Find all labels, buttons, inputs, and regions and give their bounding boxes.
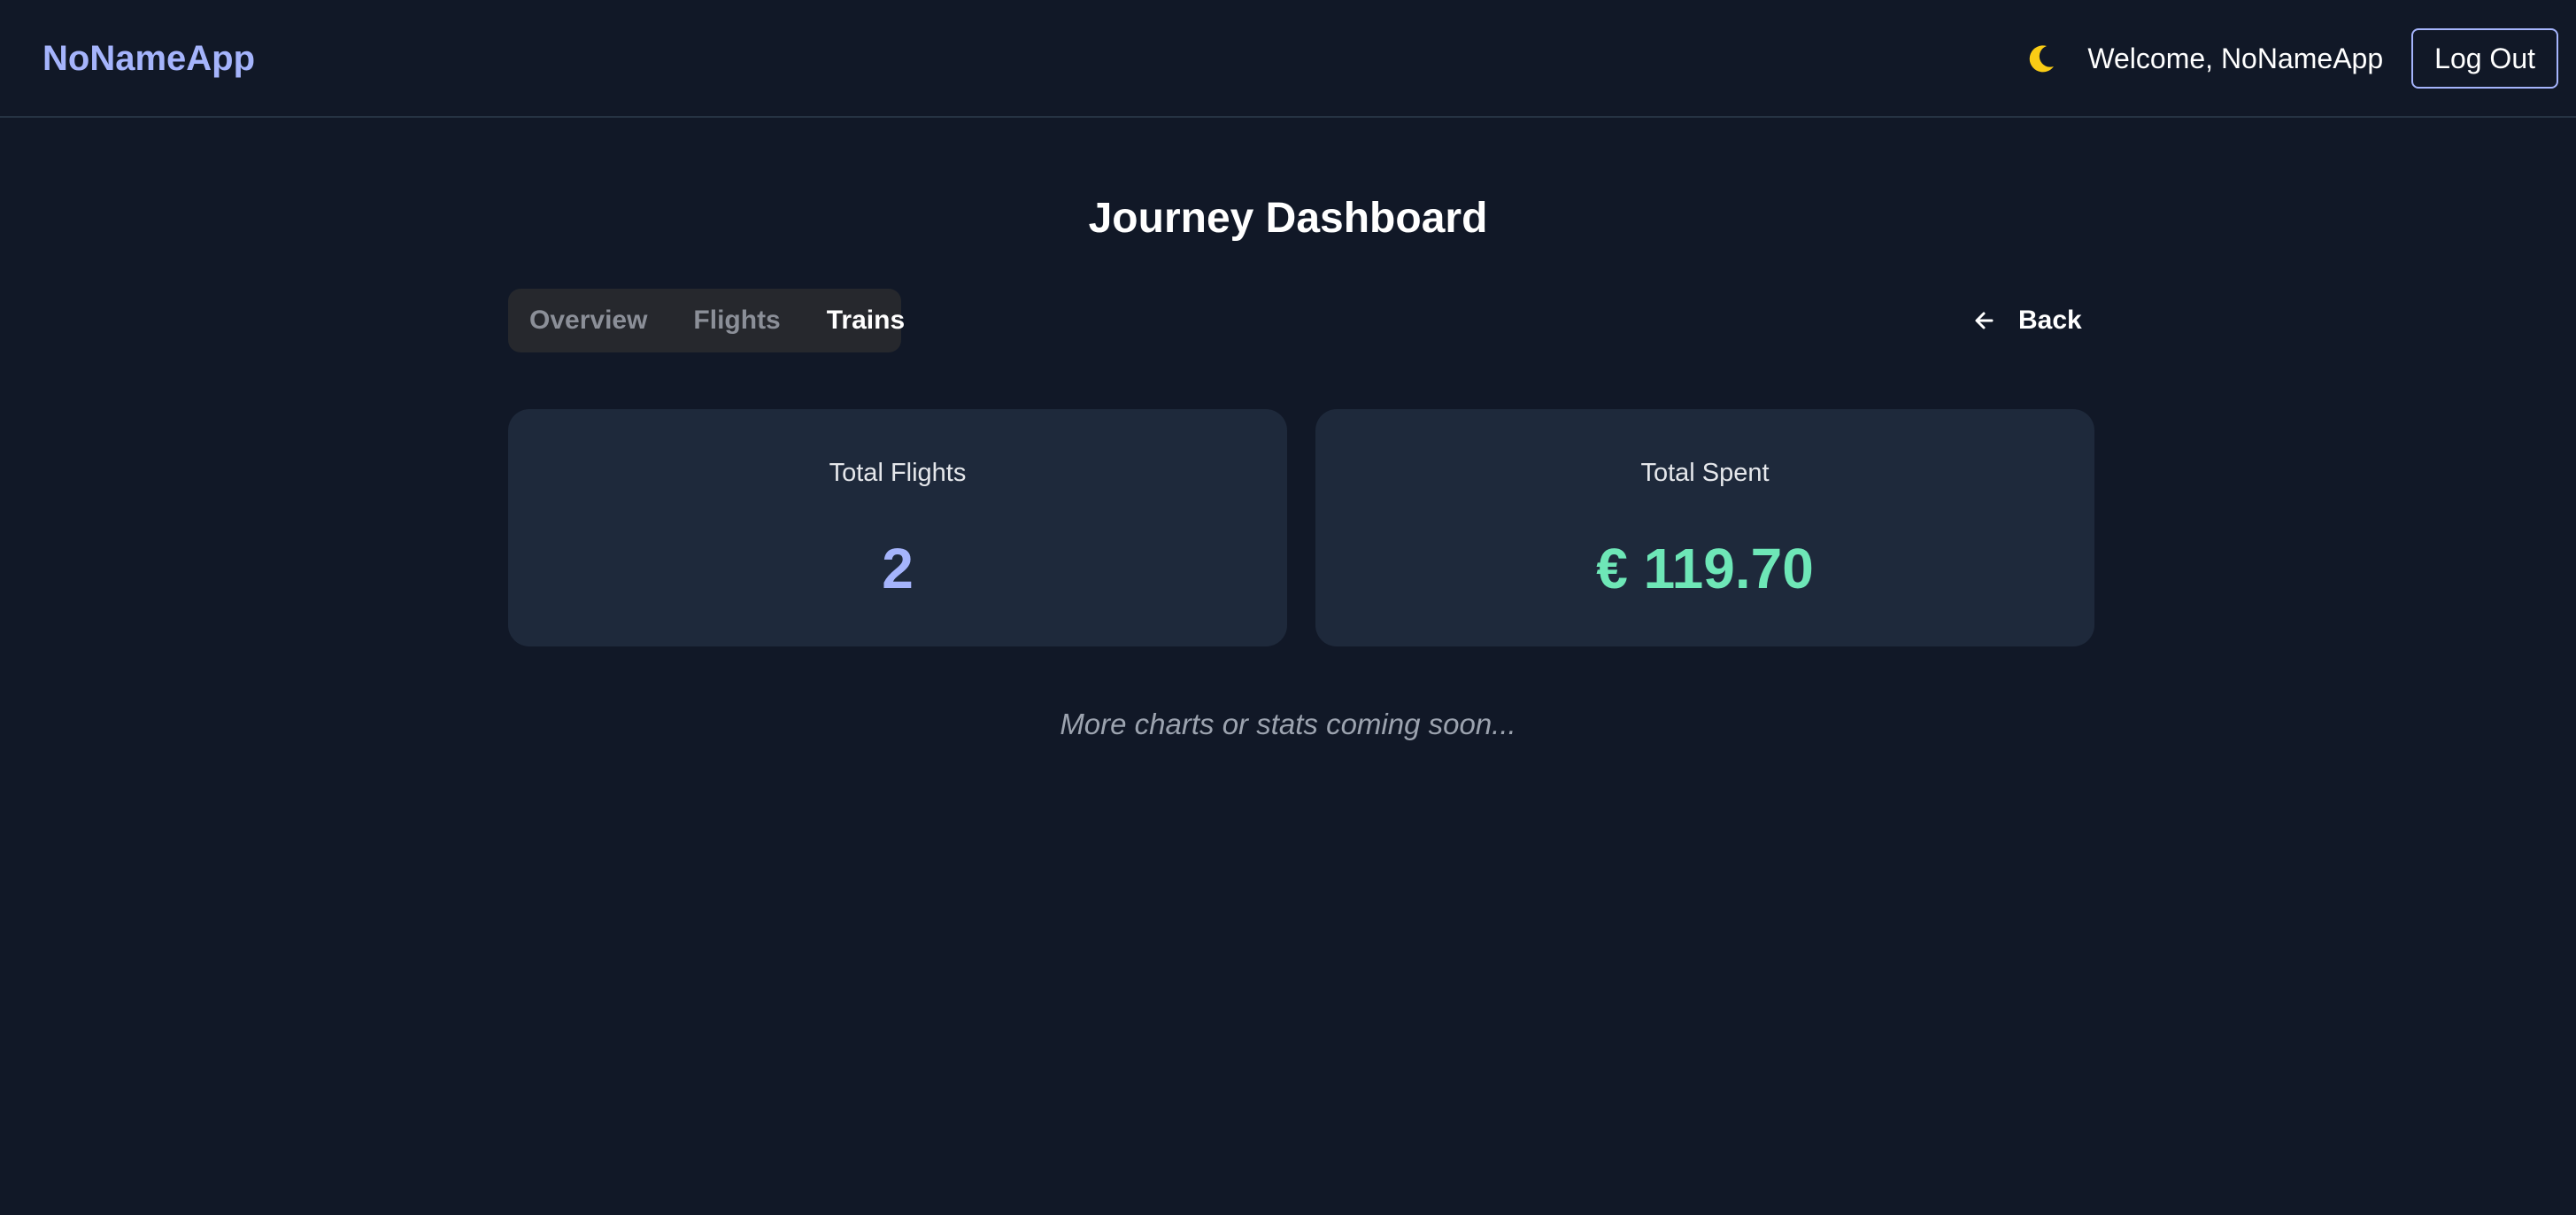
tab-bar: Overview Flights Trains <box>508 289 905 352</box>
stat-card-total-flights: Total Flights 2 <box>508 409 1287 646</box>
stat-label: Total Flights <box>829 459 967 487</box>
moon-icon <box>2030 45 2055 73</box>
back-label: Back <box>2018 306 2082 335</box>
coming-soon-note: More charts or stats coming soon... <box>1060 708 1516 740</box>
back-button[interactable]: Back <box>1972 298 2082 344</box>
tab-overview[interactable]: Overview <box>529 306 647 336</box>
stat-label: Total Spent <box>1640 459 1770 487</box>
tab-trains[interactable]: Trains <box>827 306 905 336</box>
stat-value: 2 <box>882 537 914 600</box>
theme-toggle-button[interactable] <box>2015 32 2068 85</box>
header-actions: Welcome, NoNameApp Log Out <box>2015 28 2558 89</box>
stat-value: € 119.70 <box>1596 537 1814 600</box>
logout-button[interactable]: Log Out <box>2411 28 2558 89</box>
stat-card-total-spent: Total Spent € 119.70 <box>1315 409 2094 646</box>
welcome-text: Welcome, NoNameApp <box>2087 42 2384 74</box>
brand-logo[interactable]: NoNameApp <box>42 34 255 83</box>
tab-flights[interactable]: Flights <box>693 306 780 336</box>
top-navbar: NoNameApp Welcome, NoNameApp Log Out <box>0 0 2576 118</box>
page-title: Journey Dashboard <box>1088 195 1488 242</box>
arrow-left-icon <box>1972 308 1997 333</box>
